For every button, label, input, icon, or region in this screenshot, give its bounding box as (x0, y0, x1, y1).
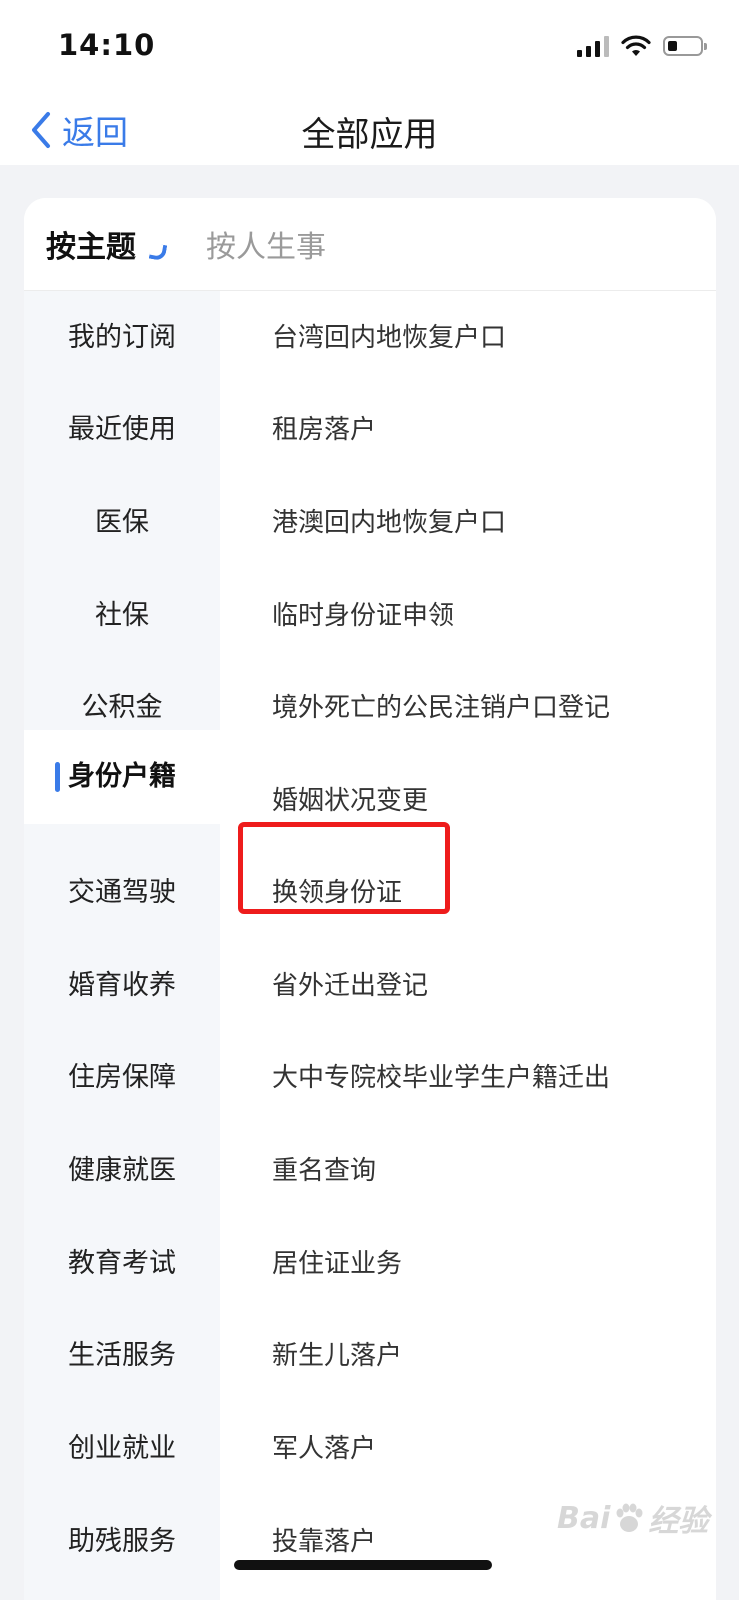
watermark-logo: Bai 经验 (557, 1496, 708, 1540)
list-item[interactable]: 重名查询 (272, 1124, 376, 1218)
sidebar-item-label: 身份户籍 (68, 761, 176, 792)
list-item[interactable]: 临时身份证申领 (272, 569, 454, 663)
sidebar-item-life-services[interactable]: 生活服务 (24, 1309, 220, 1403)
wifi-icon (621, 35, 651, 56)
sidebar-item-medical-insurance[interactable]: 医保 (24, 476, 220, 570)
sidebar-item-disability-services[interactable]: 助残服务 (24, 1495, 220, 1589)
sidebar-item-employment[interactable]: 创业就业 (24, 1402, 220, 1496)
status-time: 14:10 (58, 28, 156, 62)
list-item[interactable]: 婚姻状况变更 (272, 754, 428, 848)
nav-bar: 返回 全部应用 (0, 95, 739, 165)
sidebar: 我的订阅 最近使用 医保 社保 公积金 身份户籍 交通驾驶 婚育收养 住房保障 … (24, 291, 220, 1600)
list-item[interactable]: 投靠落户 (272, 1495, 376, 1589)
sidebar-item-traffic-driving[interactable]: 交通驾驶 (24, 846, 220, 940)
sidebar-item-identity-household[interactable]: 身份户籍 (24, 730, 220, 824)
list-item[interactable]: 港澳回内地恢复户口 (272, 476, 506, 570)
sidebar-item-subscriptions[interactable]: 我的订阅 (24, 291, 220, 385)
sidebar-item-social-security[interactable]: 社保 (24, 569, 220, 663)
tab-by-theme[interactable]: 按主题 (46, 222, 136, 266)
page-title: 全部应用 (301, 115, 438, 155)
watermark-text-right: 经验 (648, 1504, 709, 1539)
signal-icon (577, 35, 609, 57)
tab-by-life-event[interactable]: 按人生事 (206, 222, 326, 266)
list-item[interactable]: 居住证业务 (272, 1217, 402, 1311)
battery-icon (663, 36, 707, 56)
list-item-replace-id-card[interactable]: 换领身份证 (272, 846, 402, 940)
status-bar: 14:10 (0, 0, 739, 95)
list-item[interactable]: 境外死亡的公民注销户口登记 (272, 661, 610, 755)
paw-icon (616, 1503, 643, 1532)
list-item[interactable]: 新生儿落户 (272, 1309, 402, 1403)
home-indicator[interactable] (234, 1560, 492, 1570)
sidebar-item-health[interactable]: 健康就医 (24, 1124, 220, 1218)
service-list: 台湾回内地恢复户口 租房落户 港澳回内地恢复户口 临时身份证申领 境外死亡的公民… (220, 291, 716, 1600)
list-item[interactable]: 台湾回内地恢复户口 (272, 291, 506, 385)
sidebar-item-education[interactable]: 教育考试 (24, 1217, 220, 1311)
sidebar-item-housing[interactable]: 住房保障 (24, 1031, 220, 1125)
list-item[interactable]: 军人落户 (272, 1402, 376, 1496)
list-item[interactable]: 省外迁出登记 (272, 939, 428, 1033)
active-indicator (55, 762, 60, 792)
list-item[interactable]: 租房落户 (272, 383, 376, 477)
category-tabs: 按主题 按人生事 (24, 198, 716, 291)
list-item[interactable]: 大中专院校毕业学生户籍迁出 (272, 1031, 610, 1125)
sidebar-item-recent[interactable]: 最近使用 (24, 383, 220, 477)
apps-card: 按主题 按人生事 我的订阅 最近使用 医保 社保 公积金 身份户籍 交通驾驶 婚… (24, 198, 716, 1600)
watermark-text-left: Bai (557, 1500, 611, 1536)
active-tab-marker (148, 242, 168, 262)
status-icons (577, 32, 707, 60)
sidebar-item-marriage-adoption[interactable]: 婚育收养 (24, 939, 220, 1033)
